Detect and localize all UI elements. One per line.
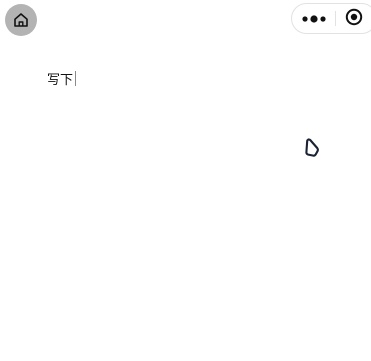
- editor-text: 写下: [47, 72, 74, 88]
- capsule-divider: [335, 11, 336, 26]
- pen-nib-icon: [303, 137, 321, 161]
- target-circle-icon: [344, 7, 364, 31]
- home-icon: [12, 11, 30, 29]
- note-editor[interactable]: 写下: [47, 68, 77, 88]
- more-button[interactable]: [300, 9, 328, 27]
- pen-tool-button[interactable]: [302, 137, 322, 161]
- text-caret: [75, 70, 77, 86]
- more-dots-icon: [301, 9, 327, 28]
- close-button[interactable]: [343, 8, 365, 30]
- home-button[interactable]: [5, 4, 37, 36]
- page: 写下: [0, 0, 371, 361]
